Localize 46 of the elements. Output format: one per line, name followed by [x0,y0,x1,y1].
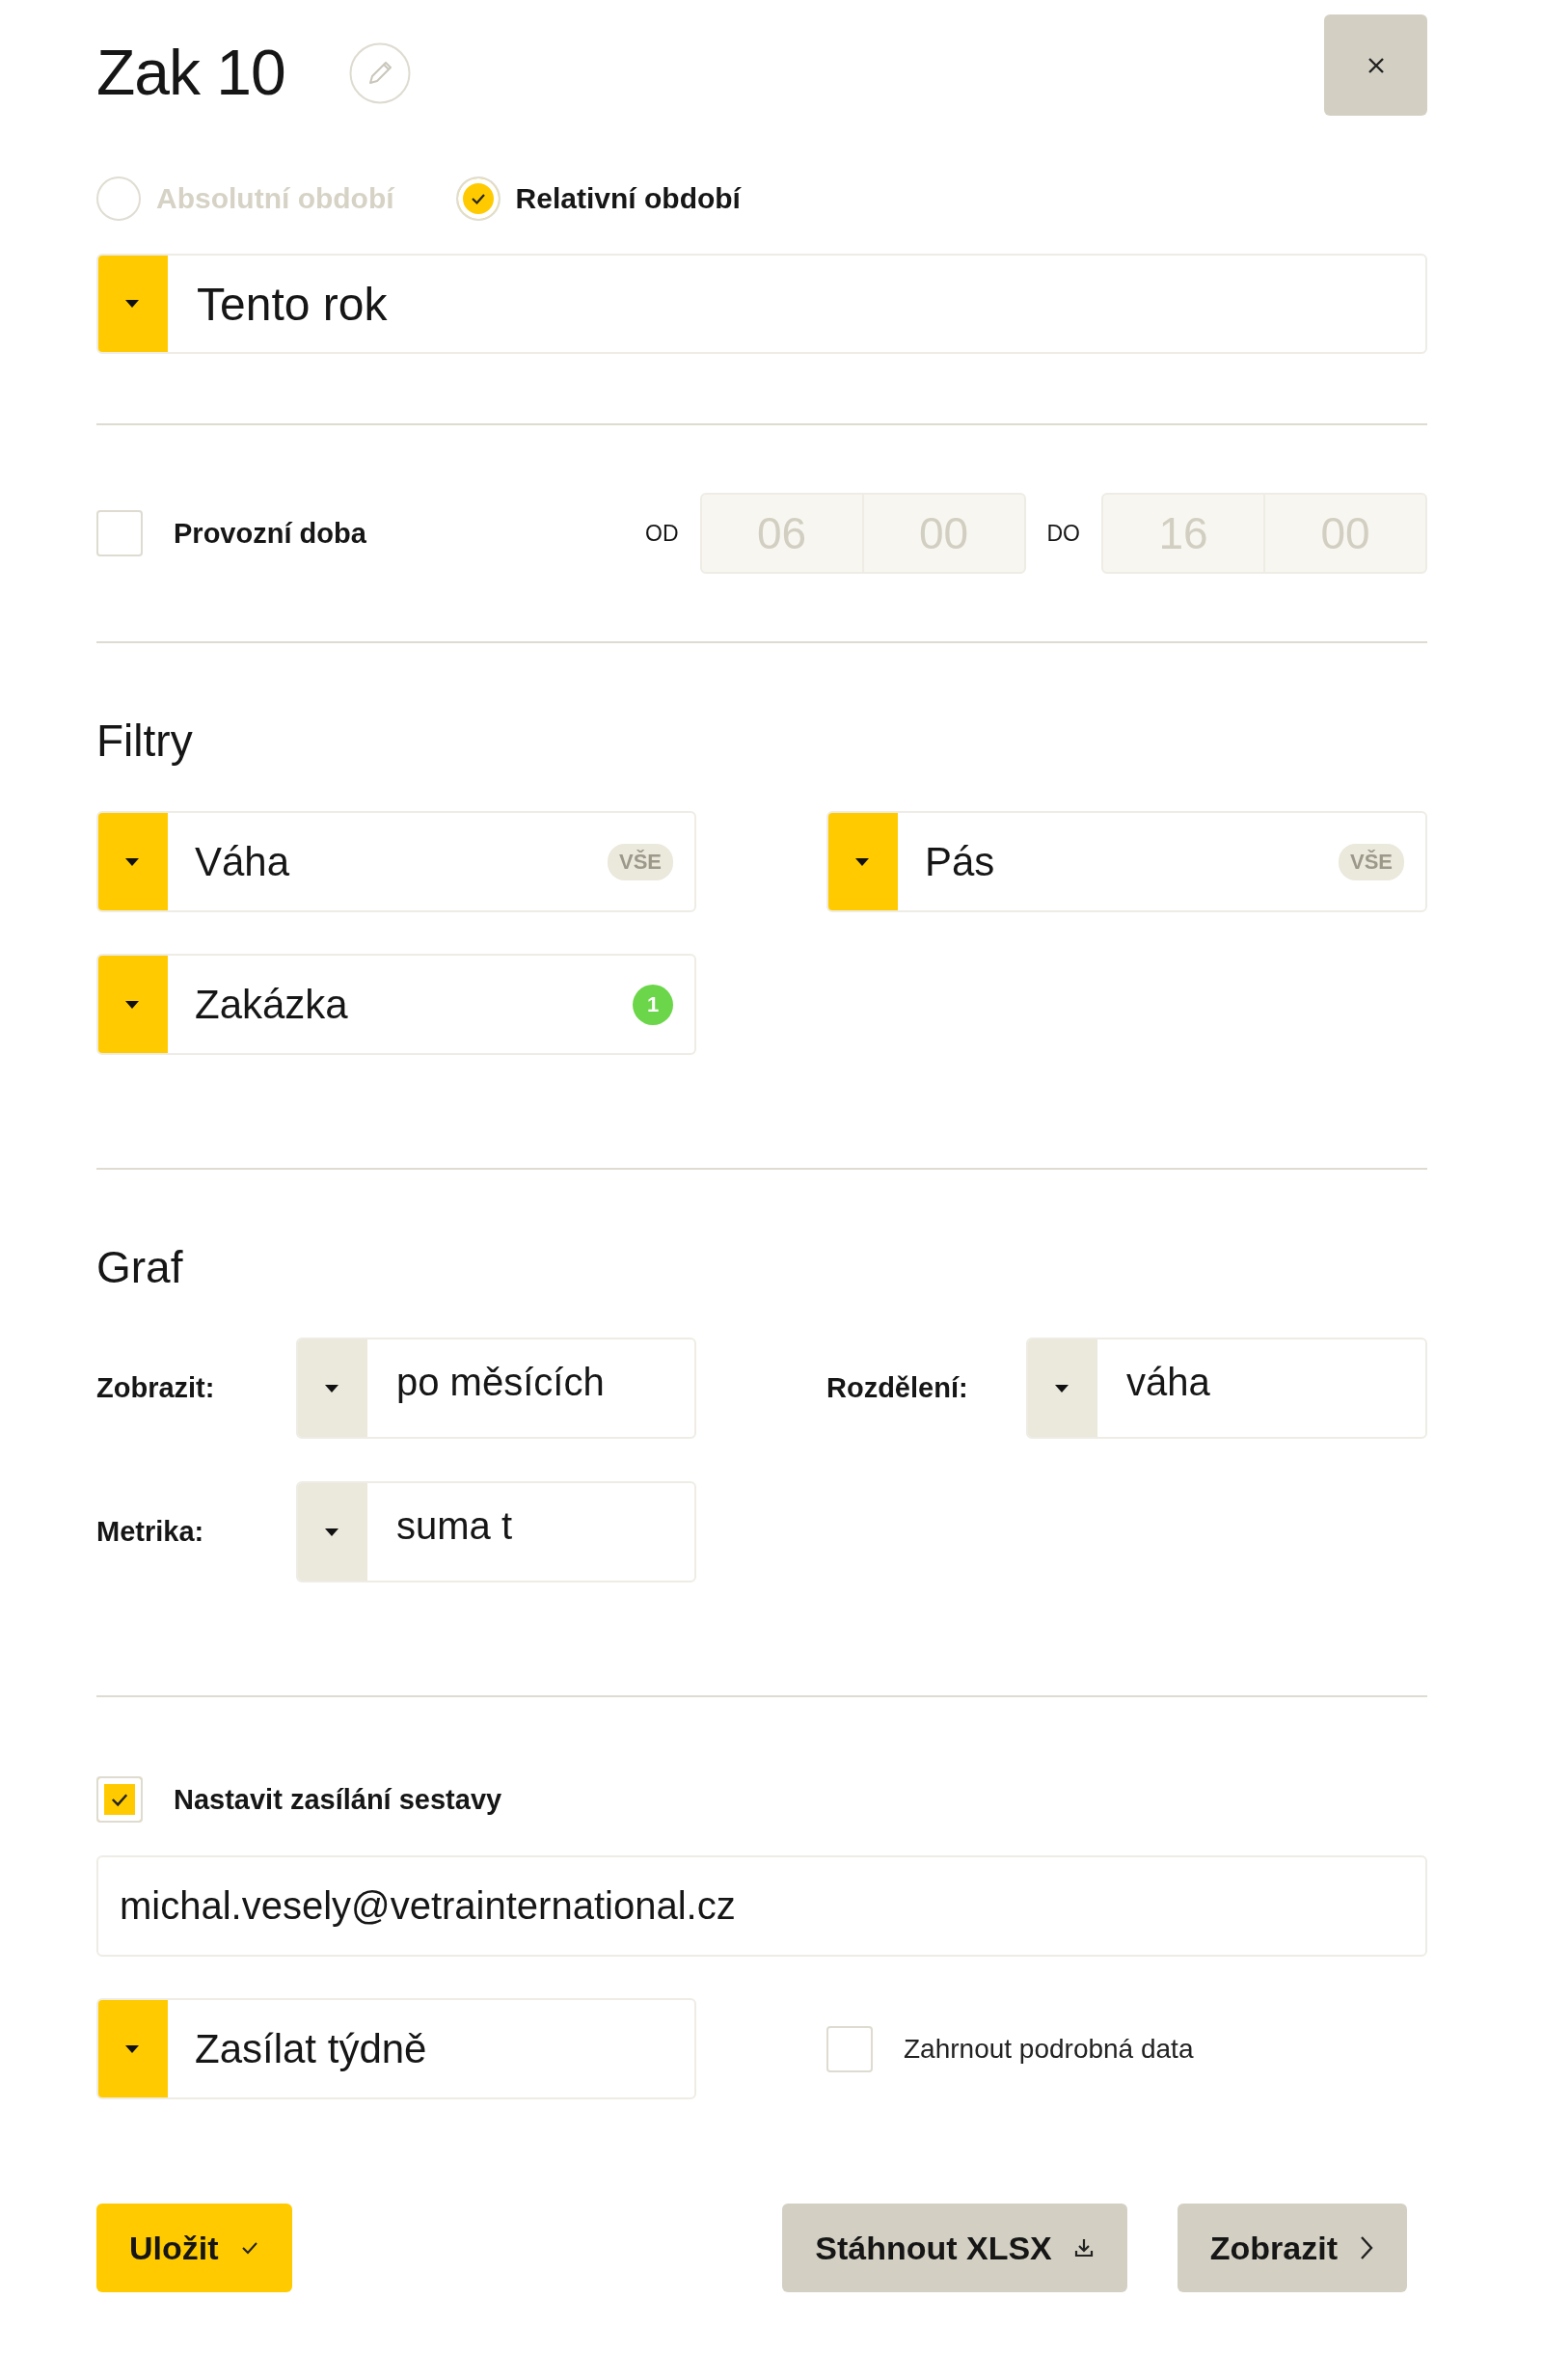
dropdown[interactable]: po měsících [296,1338,696,1439]
checkbox[interactable] [826,2025,873,2072]
show-button[interactable]: Zobrazit [1177,2204,1407,2292]
download-icon [1072,2237,1095,2258]
section-heading: Graf [96,1241,184,1294]
checkbox[interactable] [96,1776,143,1823]
field-label: Zobrazit: [96,1372,216,1404]
checkbox-label: Zahrnout podrobná data [904,2033,1194,2065]
caret-icon [125,2044,139,2053]
count-badge: 1 [633,984,673,1025]
chevron-right-icon [1359,2235,1374,2260]
filter-badge: VŠE [1338,843,1404,880]
caret-icon [325,1384,338,1393]
field-label: Rozdělení: [826,1372,969,1404]
filter-badge: VŠE [607,843,673,880]
caret-icon [125,1000,139,1009]
checkbox-label: Nastavit zasílání sestavy [174,1783,502,1816]
close-icon [1366,55,1386,75]
field-label: Metrika: [96,1516,205,1548]
filter-select[interactable]: Pás VŠE [826,811,1427,912]
radio-label: Absolutní období [156,182,394,215]
email-field[interactable]: michal.vesely@vetrainternational.cz [96,1855,1427,1957]
caret-icon [325,1528,338,1536]
save-button[interactable]: Uložit [96,2204,292,2292]
caret-icon [125,300,139,308]
download-button[interactable]: Stáhnout XLSX [782,2204,1127,2292]
frequency-select[interactable]: Zasílat týdně [96,1998,696,2099]
dropdown[interactable]: váha [1026,1338,1427,1439]
radio-label: Relativní období [515,182,741,215]
caret-icon [125,857,139,866]
radio-button[interactable] [96,176,141,221]
close-button[interactable] [1324,14,1427,116]
caret-icon [1055,1384,1069,1393]
checkbox-label: Provozní doba [174,517,366,550]
section-heading: Filtry [96,715,194,768]
radio-button[interactable] [455,176,501,221]
time-from-label: OD [645,520,679,547]
filter-select[interactable]: Zakázka 1 [96,954,696,1055]
dialog-title: Zak 10 [96,35,285,109]
dropdown[interactable]: suma t [296,1481,696,1582]
edit-icon[interactable] [348,41,411,104]
checkbox[interactable] [96,510,143,556]
time-to-label: DO [1046,520,1080,547]
period-select[interactable]: Tento rok [96,254,1427,354]
filter-select[interactable]: Váha VŠE [96,811,696,912]
caret-icon [855,857,869,866]
